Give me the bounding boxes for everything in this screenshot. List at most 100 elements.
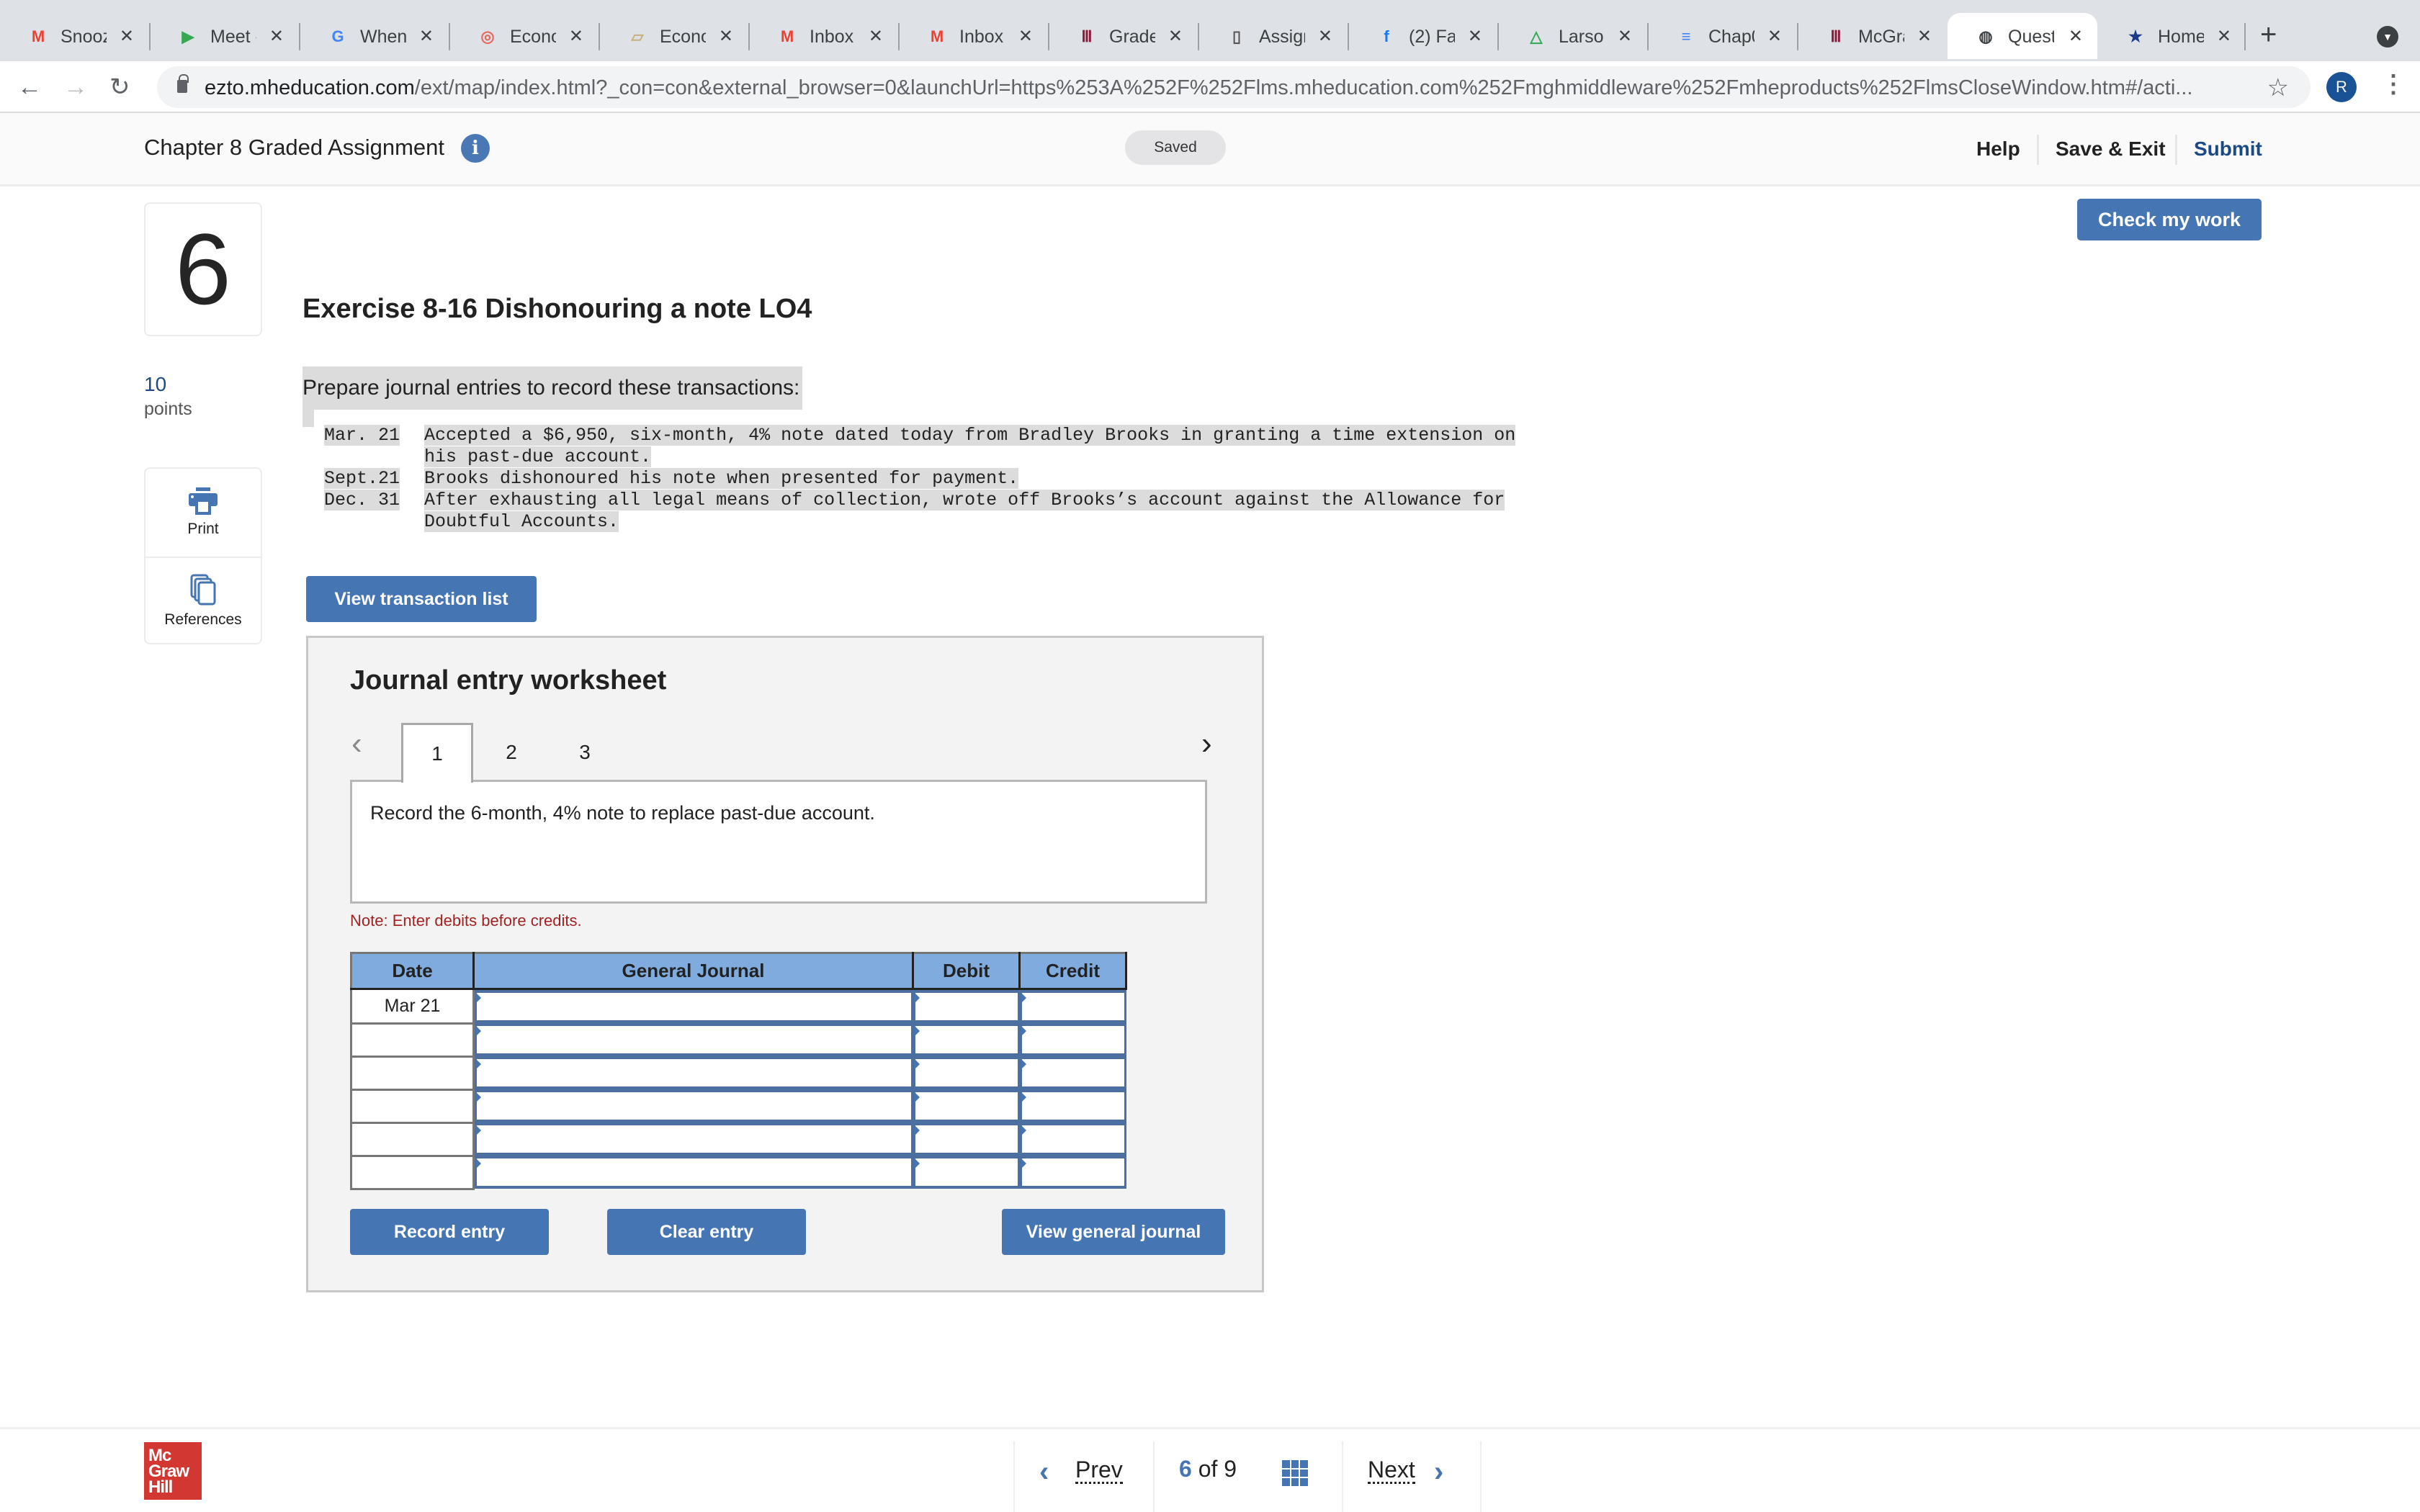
browser-tab[interactable]: Ⅲ McGraw ✕: [1798, 13, 1946, 59]
browser-menu-icon[interactable]: ⋮: [2381, 70, 2406, 99]
assignment-header: Chapter 8 Graded Assignment i Saved Help…: [0, 113, 2420, 186]
browser-tab[interactable]: ★ Homew ✕: [2097, 13, 2246, 59]
question-grid-icon[interactable]: [1282, 1460, 1308, 1486]
tab-title: Econom: [660, 27, 706, 47]
debit-input[interactable]: [913, 990, 1020, 1023]
debit-input[interactable]: [913, 1122, 1020, 1156]
tab-title: Econom: [510, 27, 556, 47]
account-input[interactable]: [475, 1156, 913, 1189]
debit-input[interactable]: [913, 1056, 1020, 1089]
tab-close-icon[interactable]: ✕: [1318, 26, 1332, 48]
account-input[interactable]: [475, 990, 913, 1023]
browser-tab[interactable]: M Inbox (✕: [899, 13, 1047, 59]
tab-close-icon[interactable]: ✕: [419, 26, 434, 48]
credit-input[interactable]: [1019, 1056, 1126, 1089]
tab-search-icon[interactable]: ▼: [2377, 26, 2398, 48]
help-link[interactable]: Help: [1976, 135, 2020, 163]
exercise-title: Exercise 8-16 Dishonouring a note LO4: [302, 294, 812, 324]
reload-icon[interactable]: ↻: [109, 73, 130, 102]
browser-tab[interactable]: ▯ Assign ✕: [1198, 13, 1347, 59]
address-bar[interactable]: ezto.mheducation.com/ext/map/index.html?…: [157, 66, 2311, 108]
journal-row: Mar 21: [350, 989, 1126, 1025]
tab-close-icon[interactable]: ✕: [1618, 26, 1632, 48]
info-icon[interactable]: i: [461, 134, 490, 163]
browser-tab[interactable]: ◎ Econom ✕: [449, 13, 598, 59]
browser-tab[interactable]: ▶ Meet - ✕: [150, 13, 298, 59]
view-general-journal-button[interactable]: View general journal: [1002, 1209, 1225, 1255]
tab-close-icon[interactable]: ✕: [1767, 26, 1782, 48]
debit-input[interactable]: [913, 1156, 1020, 1189]
credit-input[interactable]: [1019, 1023, 1126, 1056]
prev-link[interactable]: Prev: [1075, 1457, 1123, 1484]
tab-close-icon[interactable]: ✕: [2217, 26, 2231, 48]
worksheet-tab-1[interactable]: 1: [401, 723, 473, 783]
journal-date-cell: [350, 1156, 475, 1190]
gmail-icon: M: [780, 27, 794, 45]
debits-note: Note: Enter debits before credits.: [350, 912, 582, 930]
tab-close-icon[interactable]: ✕: [120, 26, 134, 48]
credit-cell: [1019, 1156, 1126, 1189]
view-transaction-list-button[interactable]: View transaction list: [306, 576, 537, 622]
save-exit-link[interactable]: Save & Exit: [2056, 135, 2166, 163]
tab-close-icon[interactable]: ✕: [719, 26, 733, 48]
bookmark-star-icon[interactable]: ☆: [2267, 73, 2289, 102]
tab-close-icon[interactable]: ✕: [2069, 26, 2083, 48]
tab-close-icon[interactable]: ✕: [1018, 26, 1033, 48]
account-input[interactable]: [475, 1122, 913, 1156]
printer-icon: [189, 487, 218, 515]
forward-icon[interactable]: →: [63, 73, 88, 102]
journal-entry-worksheet: Journal entry worksheet ‹ 1 2 3 › Record…: [306, 636, 1264, 1292]
references-button[interactable]: References: [145, 557, 261, 644]
header-divider: [2175, 135, 2177, 165]
browser-tab[interactable]: △ Larson ✕: [1498, 13, 1646, 59]
back-icon[interactable]: ←: [17, 73, 42, 102]
url-text[interactable]: ezto.mheducation.com/ext/map/index.html?…: [205, 76, 2192, 100]
credit-input[interactable]: [1019, 1156, 1126, 1189]
credit-input[interactable]: [1019, 1122, 1126, 1156]
worksheet-next-chevron-icon[interactable]: ›: [1201, 726, 1212, 762]
browser-tab[interactable]: f (2) Fac ✕: [1348, 13, 1497, 59]
credit-input[interactable]: [1019, 1089, 1126, 1122]
tab-close-icon[interactable]: ✕: [269, 26, 284, 48]
worksheet-prev-chevron-icon[interactable]: ‹: [351, 726, 362, 762]
browser-toolbar: ← → ↻ ezto.mheducation.com/ext/map/index…: [0, 61, 2420, 113]
browser-tab[interactable]: G When p ✕: [300, 13, 448, 59]
print-button[interactable]: Print: [145, 469, 261, 557]
tab-close-icon[interactable]: ✕: [869, 26, 883, 48]
prev-chevron-icon[interactable]: ‹: [1039, 1456, 1049, 1488]
browser-tab[interactable]: Ⅲ Grades ✕: [1049, 13, 1197, 59]
browser-tab[interactable]: M Inbox (✕: [749, 13, 897, 59]
question-position: 6 of 9: [1179, 1456, 1237, 1482]
submit-link[interactable]: Submit: [2194, 135, 2262, 163]
record-entry-button[interactable]: Record entry: [350, 1209, 549, 1255]
entry-description-box: Record the 6-month, 4% note to replace p…: [350, 780, 1207, 904]
browser-tab[interactable]: ▱ Econom ✕: [599, 13, 748, 59]
tab-close-icon[interactable]: ✕: [569, 26, 583, 48]
tab-close-icon[interactable]: ✕: [1168, 26, 1183, 48]
next-link[interactable]: Next: [1368, 1457, 1415, 1484]
tab-close-icon[interactable]: ✕: [1917, 26, 1932, 48]
worksheet-tab-3[interactable]: 3: [549, 723, 621, 782]
column-header-date: Date: [350, 952, 475, 990]
next-chevron-icon[interactable]: ›: [1434, 1456, 1443, 1488]
credit-input[interactable]: [1019, 990, 1126, 1023]
debit-input[interactable]: [913, 1023, 1020, 1056]
browser-tab[interactable]: ◍ Questi ✕: [1948, 13, 2097, 59]
account-input[interactable]: [475, 1089, 913, 1122]
transaction-date: Mar. 21: [324, 425, 400, 446]
clear-entry-button[interactable]: Clear entry: [607, 1209, 806, 1255]
journal-row: [350, 1122, 1126, 1157]
transaction-line: After exhausting all legal means of coll…: [424, 490, 1505, 510]
profile-avatar[interactable]: R: [2326, 72, 2357, 102]
browser-tab[interactable]: ≡ Chap0 ✕: [1648, 13, 1796, 59]
account-input[interactable]: [475, 1023, 913, 1056]
tab-title: Questi: [2008, 27, 2054, 47]
journal-row: [350, 1156, 1126, 1190]
tab-close-icon[interactable]: ✕: [1468, 26, 1482, 48]
browser-tab[interactable]: M Snooze ✕: [0, 13, 148, 59]
new-tab-button[interactable]: +: [2260, 20, 2277, 49]
debit-input[interactable]: [913, 1089, 1020, 1122]
account-input[interactable]: [475, 1056, 913, 1089]
check-my-work-button[interactable]: Check my work: [2077, 199, 2262, 240]
worksheet-tab-2[interactable]: 2: [475, 723, 547, 782]
